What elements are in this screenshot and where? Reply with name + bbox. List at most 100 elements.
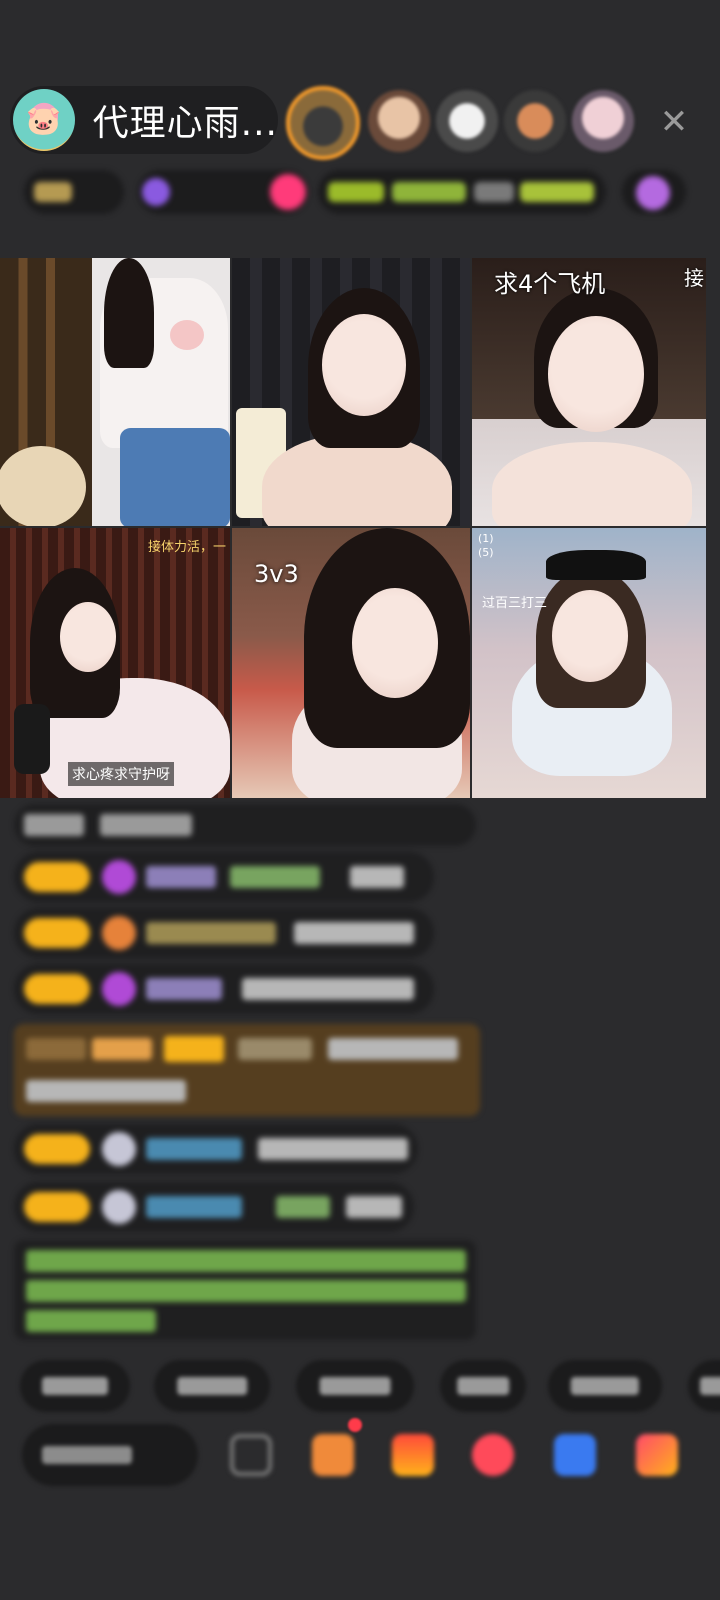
close-icon[interactable]: ✕: [652, 100, 696, 144]
username[interactable]: [146, 1138, 242, 1160]
video-overlay-text: 过百三打三: [482, 596, 548, 611]
quick-reply-button[interactable]: [296, 1360, 414, 1412]
message-text: [24, 814, 84, 836]
streamer-shoulders: [262, 434, 452, 526]
rank-badge: [34, 182, 72, 202]
username[interactable]: [146, 922, 276, 944]
streamer-face: [322, 314, 406, 416]
emoji-icon[interactable]: [230, 1434, 272, 1476]
quick-reply-button[interactable]: [20, 1360, 130, 1412]
message-text: [258, 1138, 408, 1160]
quick-reply-button[interactable]: [440, 1360, 526, 1412]
live-room-page: 🐷 代理心雨... ✕ 求4个飞机 接 接体力活，一 求心疼求守护呀 3v3 (…: [0, 0, 720, 1600]
message-text: [242, 978, 414, 1000]
level-badge: [24, 1134, 90, 1164]
video-overlay-text: 求4个飞机: [494, 270, 606, 298]
notice-text: [26, 1250, 466, 1272]
viewer-avatar[interactable]: [436, 90, 498, 152]
host-name: 代理心雨...: [92, 103, 278, 144]
viewer-avatar[interactable]: [368, 90, 430, 152]
slot-index: (1): [478, 532, 494, 545]
notice-text: [26, 1280, 466, 1302]
username[interactable]: [230, 866, 320, 888]
fan-badge-icon: [102, 916, 136, 950]
diamond-icon: [142, 178, 170, 206]
quick-reply-button[interactable]: [154, 1360, 270, 1412]
video-overlay-text: 接: [684, 266, 704, 290]
chat-message: [14, 964, 434, 1014]
guest-video-6[interactable]: (1) (5) 过百三打三: [472, 528, 708, 800]
streamer-jeans: [120, 428, 230, 526]
guest-video-4[interactable]: 接体力活，一 求心疼求守护呀: [0, 528, 232, 800]
level-badge: [24, 1192, 90, 1222]
diamond-icon: [102, 972, 136, 1006]
message-text: [100, 814, 192, 836]
gift-text: [26, 1080, 186, 1102]
message-text: [294, 922, 414, 944]
gift-icon: [636, 176, 670, 210]
gift-text: [238, 1038, 312, 1060]
game-icon[interactable]: [554, 1434, 596, 1476]
quick-reply-row: [0, 1360, 720, 1416]
notification-dot: [348, 1418, 362, 1432]
viewer-avatar[interactable]: [504, 90, 566, 152]
fan-club-icon[interactable]: [472, 1434, 514, 1476]
video-overlay-text: 接体力活，一: [148, 540, 227, 555]
user-avatar: [102, 1132, 136, 1166]
username[interactable]: [146, 866, 216, 888]
guest-video-2[interactable]: [232, 258, 472, 528]
heart-print: [170, 320, 204, 350]
room-stats-row: [0, 170, 720, 218]
tag-chip: [392, 182, 466, 202]
chat-message: [14, 1124, 418, 1174]
diamond-icon: [102, 860, 136, 894]
streamer-face: [548, 316, 644, 432]
username[interactable]: [146, 978, 222, 1000]
level-badge: [24, 974, 90, 1004]
message-text: [346, 1196, 402, 1218]
bottom-action-bar: [0, 1424, 720, 1488]
pig-icon[interactable]: 🐷: [13, 89, 75, 151]
chat-message: [14, 804, 476, 846]
streamer-face: [552, 590, 628, 682]
username[interactable]: [276, 1196, 330, 1218]
tag-chip: [474, 182, 514, 202]
tag-chip: [328, 182, 384, 202]
streamer-hair: [104, 258, 154, 368]
streamer-shoulders: [492, 442, 692, 526]
viewer-avatar[interactable]: [572, 90, 634, 152]
streamer-face: [352, 588, 438, 698]
task-icon[interactable]: [312, 1434, 354, 1476]
microphone: [14, 704, 50, 774]
shop-icon[interactable]: [392, 1434, 434, 1476]
level-badge: [24, 918, 90, 948]
user-avatar: [102, 1190, 136, 1224]
gift-message: [14, 1024, 480, 1116]
guest-video-1[interactable]: [0, 258, 232, 528]
gift-text: [328, 1038, 458, 1060]
slot-index: (5): [478, 546, 494, 559]
plush-toy: [0, 446, 86, 526]
viewer-avatar[interactable]: [286, 86, 360, 160]
gift-tag: [26, 1038, 86, 1060]
guest-video-3[interactable]: 求4个飞机 接: [472, 258, 708, 528]
quick-reply-button[interactable]: [688, 1360, 720, 1412]
quick-reply-button[interactable]: [548, 1360, 662, 1412]
guest-video-5[interactable]: 3v3: [232, 528, 472, 800]
host-info-chip[interactable]: 🐷 代理心雨...: [10, 86, 278, 154]
gift-icon[interactable]: [636, 1434, 678, 1476]
tag-chip: [520, 182, 594, 202]
video-caption: 求心疼求守护呀: [68, 762, 174, 786]
gift-tag: [164, 1036, 224, 1062]
comment-input[interactable]: [22, 1424, 198, 1486]
streamer-face: [60, 602, 116, 672]
multi-guest-video-grid: 求4个飞机 接 接体力活，一 求心疼求守护呀 3v3 (1) (5) 过百三打三: [0, 258, 708, 800]
chat-message: [14, 1182, 414, 1232]
chat-message: [14, 852, 434, 902]
level-badge: [24, 862, 90, 892]
system-notice: [14, 1240, 476, 1340]
heart-icon: [270, 174, 306, 210]
pk-score-label: 3v3: [254, 560, 299, 588]
username[interactable]: [146, 1196, 242, 1218]
notice-text: [26, 1310, 156, 1332]
